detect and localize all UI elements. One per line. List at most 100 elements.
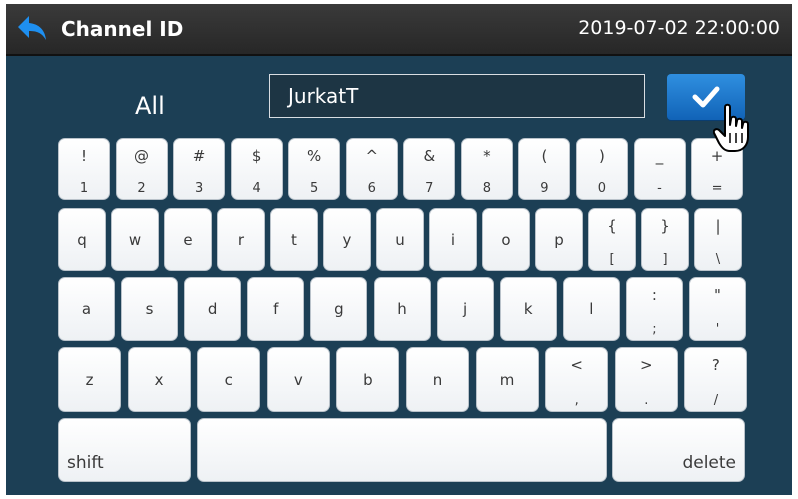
key-base-label: 2 [137, 181, 146, 196]
key-base-label: ] [662, 252, 668, 267]
key-symbol[interactable]: <, [545, 347, 609, 412]
key-symbol[interactable]: $4 [230, 138, 283, 200]
key-base-label: ; [652, 322, 657, 337]
key-symbol[interactable]: + = [691, 138, 744, 200]
back-arrow-icon[interactable] [16, 14, 48, 42]
key-label: f [273, 300, 279, 318]
key-base-label: 1 [79, 181, 89, 196]
key-base-label: - [657, 181, 662, 196]
key-j[interactable]: j [436, 277, 494, 341]
key-x[interactable]: x [127, 347, 191, 412]
key-shift-label: ? [711, 356, 720, 374]
key-d[interactable]: d [184, 277, 242, 341]
key-symbol[interactable]: #3 [173, 138, 226, 200]
key-shift-label: " [714, 286, 721, 304]
key-p[interactable]: p [535, 208, 583, 271]
delete-key[interactable]: delete [612, 418, 745, 482]
key-z[interactable]: z [58, 347, 121, 412]
key-label: m [499, 370, 515, 389]
key-q[interactable]: q [58, 208, 106, 271]
key-base-label: [ [609, 252, 615, 267]
key-base-label: ' [715, 322, 720, 337]
key-symbol[interactable]: | \ [694, 208, 742, 271]
key-u[interactable]: u [376, 208, 424, 271]
key-label: p [554, 230, 564, 249]
key-symbol[interactable]: @2 [115, 138, 168, 200]
key-label: o [501, 230, 511, 249]
key-symbol[interactable]: {[ [588, 208, 636, 271]
space-key[interactable] [197, 418, 607, 482]
key-shift-label: $ [251, 147, 262, 165]
key-c[interactable]: c [197, 347, 261, 412]
key-label: h [397, 300, 407, 318]
key-shift-label: & [423, 147, 436, 165]
confirm-button[interactable] [667, 74, 745, 120]
key-base-label: , [574, 393, 579, 408]
key-f[interactable]: f [247, 277, 305, 341]
key-symbol[interactable]: ! 1 [58, 138, 110, 200]
key-shift-label: _ [655, 147, 664, 165]
key-symbol[interactable]: ^ 6 [345, 138, 398, 200]
key-symbol[interactable]: ) 0 [575, 138, 628, 200]
input-mode-label: All [135, 92, 165, 120]
key-i[interactable]: i [429, 208, 477, 271]
key-shift-label: * [483, 147, 491, 165]
key-base-label: 0 [597, 181, 607, 196]
key-a[interactable]: a [58, 277, 115, 341]
key-label: z [85, 370, 94, 389]
key-o[interactable]: o [482, 208, 530, 271]
key-s[interactable]: s [121, 277, 179, 341]
key-r[interactable]: r [217, 208, 265, 271]
key-base-label: 8 [482, 181, 491, 196]
key-label: d [207, 300, 218, 318]
key-shift-label: < [570, 356, 583, 374]
key-n[interactable]: n [406, 347, 469, 412]
key-symbol[interactable]: " ' [689, 277, 746, 341]
key-shift-label: { [607, 217, 617, 235]
key-label: n [432, 370, 443, 389]
key-label: e [183, 230, 193, 249]
key-l[interactable]: l [562, 277, 620, 341]
key-e[interactable]: e [164, 208, 212, 271]
key-shift-label: ( [541, 147, 548, 165]
key-label: q [77, 230, 87, 249]
datetime-display: 2019-07-02 22:00:00 [578, 17, 780, 39]
key-v[interactable]: v [266, 347, 330, 412]
key-label: r [237, 230, 245, 249]
key-base-label: 4 [252, 181, 261, 196]
key-t[interactable]: t [270, 208, 318, 271]
key-base-label: 6 [367, 181, 376, 196]
key-g[interactable]: g [310, 277, 368, 341]
key-w[interactable]: w [111, 208, 159, 271]
key-base-label: 9 [540, 181, 549, 196]
shift-key-label: shift [67, 453, 104, 473]
key-h[interactable]: h [373, 277, 431, 341]
key-symbol[interactable]: _ - [633, 138, 686, 200]
key-k[interactable]: k [499, 277, 557, 341]
key-symbol[interactable]: (9 [518, 138, 571, 200]
key-symbol[interactable]: :; [625, 277, 683, 341]
key-symbol[interactable]: * 8 [460, 138, 513, 200]
key-shift-label: # [192, 147, 206, 165]
key-label: c [224, 370, 233, 389]
key-shift-label: ) [599, 147, 605, 165]
key-label: x [154, 370, 164, 389]
key-m[interactable]: m [475, 347, 539, 412]
key-symbol[interactable]: % 5 [288, 138, 341, 200]
key-label: k [523, 300, 533, 318]
key-label: t [291, 230, 297, 249]
page-title: Channel ID [61, 17, 184, 41]
channel-id-input[interactable]: JurkatT [269, 74, 645, 118]
key-shift-label: + [710, 147, 724, 165]
key-label: v [293, 370, 303, 389]
key-shift-label: ^ [365, 147, 379, 165]
key-symbol[interactable]: }] [641, 208, 689, 271]
key-base-label: / [713, 393, 719, 408]
shift-key[interactable]: shift [58, 418, 191, 482]
key-symbol[interactable]: >. [614, 347, 678, 412]
key-y[interactable]: y [323, 208, 371, 271]
key-symbol[interactable]: & 7 [403, 138, 456, 200]
key-symbol[interactable]: ? / [684, 347, 748, 412]
key-base-label: = [711, 181, 723, 196]
key-b[interactable]: b [336, 347, 400, 412]
